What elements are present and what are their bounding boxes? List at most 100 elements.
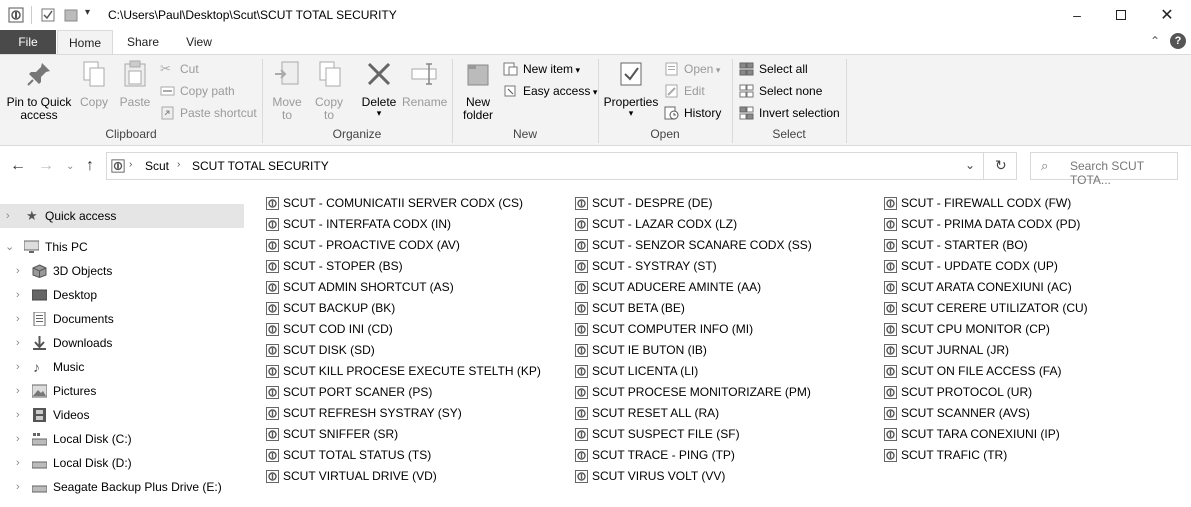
sidebar-item-seagate-drive[interactable]: › Seagate Backup Plus Drive (E:) bbox=[0, 475, 244, 499]
tab-home[interactable]: Home bbox=[57, 30, 113, 55]
sidebar-item-quick-access[interactable]: › ★ Quick access bbox=[0, 204, 244, 228]
breadcrumb-current[interactable]: SCUT TOTAL SECURITY bbox=[192, 159, 329, 173]
chevron-right-icon[interactable]: › bbox=[16, 355, 20, 379]
breadcrumb-scut[interactable]: Scut bbox=[145, 159, 169, 173]
sidebar-item-documents[interactable]: › Documents bbox=[0, 307, 244, 331]
file-item[interactable]: SCUT REFRESH SYSTRAY (SY) bbox=[262, 403, 462, 424]
chevron-right-icon[interactable]: › bbox=[16, 379, 20, 403]
file-item[interactable]: SCUT - PRIMA DATA CODX (PD) bbox=[880, 214, 1080, 235]
invert-selection-button[interactable]: Invert selection bbox=[739, 103, 840, 123]
paste-button[interactable]: Paste bbox=[115, 59, 155, 109]
file-item[interactable]: SCUT BACKUP (BK) bbox=[262, 298, 395, 319]
chevron-right-icon[interactable]: › bbox=[16, 475, 20, 499]
tab-view[interactable]: View bbox=[172, 30, 226, 54]
back-arrow-icon[interactable]: ← bbox=[10, 157, 26, 175]
search-input[interactable]: ⌕ Search SCUT TOTA... bbox=[1030, 152, 1178, 187]
file-item[interactable]: SCUT VIRTUAL DRIVE (VD) bbox=[262, 466, 437, 487]
file-item[interactable]: SCUT - INTERFATA CODX (IN) bbox=[262, 214, 451, 235]
rename-button[interactable]: Rename bbox=[402, 59, 447, 109]
file-item[interactable]: SCUT LICENTA (LI) bbox=[571, 361, 698, 382]
sidebar-item-local-disk-c[interactable]: › Local Disk (C:) bbox=[0, 427, 244, 451]
file-item[interactable]: SCUT PROTOCOL (UR) bbox=[880, 382, 1032, 403]
breadcrumb-chevron-icon[interactable]: › bbox=[177, 159, 180, 170]
select-none-button[interactable]: Select none bbox=[739, 81, 822, 101]
select-all-button[interactable]: Select all bbox=[739, 59, 808, 79]
file-item[interactable]: SCUT TRAFIC (TR) bbox=[880, 445, 1007, 466]
properties-dropdown-icon[interactable]: ▾ bbox=[602, 109, 660, 118]
file-item[interactable]: SCUT - LAZAR CODX (LZ) bbox=[571, 214, 737, 235]
file-item[interactable]: SCUT SNIFFER (SR) bbox=[262, 424, 398, 445]
sidebar-item-3d-objects[interactable]: › 3D Objects bbox=[0, 259, 244, 283]
file-item[interactable]: SCUT ARATA CONEXIUNI (AC) bbox=[880, 277, 1072, 298]
pin-to-quick-access-button[interactable]: Pin to Quick access bbox=[4, 59, 74, 122]
file-item[interactable]: SCUT JURNAL (JR) bbox=[880, 340, 1009, 361]
copy-path-button[interactable]: Copy path bbox=[160, 81, 235, 101]
sidebar-item-music[interactable]: › ♪ Music bbox=[0, 355, 244, 379]
file-item[interactable]: SCUT BETA (BE) bbox=[571, 298, 685, 319]
tab-share[interactable]: Share bbox=[116, 30, 170, 54]
chevron-right-icon[interactable]: › bbox=[16, 259, 20, 283]
cut-button[interactable]: ✂ Cut bbox=[160, 59, 199, 79]
help-icon[interactable]: ? bbox=[1170, 33, 1186, 49]
file-item[interactable]: SCUT - FIREWALL CODX (FW) bbox=[880, 193, 1071, 214]
file-item[interactable]: SCUT RESET ALL (RA) bbox=[571, 403, 719, 424]
new-folder-quick-icon[interactable] bbox=[63, 7, 79, 23]
new-folder-button[interactable]: New folder bbox=[456, 59, 500, 122]
file-item[interactable]: SCUT KILL PROCESE EXECUTE STELTH (KP) bbox=[262, 361, 541, 382]
new-item-button[interactable]: New item ▾ bbox=[503, 59, 580, 79]
recent-locations-icon[interactable]: ⌄ bbox=[66, 161, 74, 172]
history-button[interactable]: History bbox=[664, 103, 721, 123]
properties-button[interactable]: Properties ▾ bbox=[602, 59, 660, 118]
chevron-right-icon[interactable]: › bbox=[6, 204, 10, 228]
sidebar-item-desktop[interactable]: › Desktop bbox=[0, 283, 244, 307]
file-item[interactable]: SCUT CERERE UTILIZATOR (CU) bbox=[880, 298, 1088, 319]
refresh-icon[interactable]: ↻ bbox=[995, 157, 1007, 174]
file-item[interactable]: SCUT COD INI (CD) bbox=[262, 319, 393, 340]
edit-button[interactable]: Edit bbox=[664, 81, 705, 101]
easy-access-button[interactable]: Easy access ▾ bbox=[503, 81, 597, 101]
file-item[interactable]: SCUT - STOPER (BS) bbox=[262, 256, 403, 277]
file-item[interactable]: SCUT ON FILE ACCESS (FA) bbox=[880, 361, 1061, 382]
chevron-right-icon[interactable]: › bbox=[16, 427, 20, 451]
file-item[interactable]: SCUT CPU MONITOR (CP) bbox=[880, 319, 1050, 340]
delete-dropdown-icon[interactable]: ▾ bbox=[358, 109, 400, 118]
file-item[interactable]: SCUT - SENZOR SCANARE CODX (SS) bbox=[571, 235, 812, 256]
file-item[interactable]: SCUT ADMIN SHORTCUT (AS) bbox=[262, 277, 454, 298]
file-item[interactable]: SCUT - DESPRE (DE) bbox=[571, 193, 712, 214]
file-item[interactable]: SCUT TARA CONEXIUNI (IP) bbox=[880, 424, 1060, 445]
app-icon[interactable] bbox=[8, 7, 24, 23]
sidebar-item-this-pc[interactable]: ⌄ This PC bbox=[0, 235, 244, 259]
file-item[interactable]: SCUT - UPDATE CODX (UP) bbox=[880, 256, 1058, 277]
file-item[interactable]: SCUT ADUCERE AMINTE (AA) bbox=[571, 277, 761, 298]
paste-shortcut-button[interactable]: Paste shortcut bbox=[160, 103, 257, 123]
file-item[interactable]: SCUT - COMUNICATII SERVER CODX (CS) bbox=[262, 193, 523, 214]
maximize-button[interactable] bbox=[1098, 0, 1144, 30]
move-to-button[interactable]: Move to bbox=[268, 59, 306, 122]
breadcrumb-chevron-icon[interactable]: › bbox=[129, 159, 132, 170]
chevron-right-icon[interactable]: › bbox=[16, 451, 20, 475]
file-item[interactable]: SCUT COMPUTER INFO (MI) bbox=[571, 319, 753, 340]
file-item[interactable]: SCUT TRACE - PING (TP) bbox=[571, 445, 735, 466]
open-button[interactable]: Open ▾ bbox=[664, 59, 720, 79]
file-item[interactable]: SCUT IE BUTON (IB) bbox=[571, 340, 707, 361]
sidebar-item-pictures[interactable]: › Pictures bbox=[0, 379, 244, 403]
chevron-right-icon[interactable]: › bbox=[16, 403, 20, 427]
file-item[interactable]: SCUT TOTAL STATUS (TS) bbox=[262, 445, 431, 466]
file-item[interactable]: SCUT - PROACTIVE CODX (AV) bbox=[262, 235, 460, 256]
chevron-right-icon[interactable]: › bbox=[16, 283, 20, 307]
file-item[interactable]: SCUT - SYSTRAY (ST) bbox=[571, 256, 717, 277]
chevron-right-icon[interactable]: › bbox=[16, 331, 20, 355]
address-history-chevron-icon[interactable]: ⌄ bbox=[965, 158, 975, 172]
file-item[interactable]: SCUT PORT SCANER (PS) bbox=[262, 382, 432, 403]
close-button[interactable]: ✕ bbox=[1144, 0, 1190, 30]
file-item[interactable]: SCUT SUSPECT FILE (SF) bbox=[571, 424, 740, 445]
tab-file[interactable]: File bbox=[0, 30, 56, 54]
sidebar-item-downloads[interactable]: › Downloads bbox=[0, 331, 244, 355]
customize-toolbar-icon[interactable]: ▾ bbox=[85, 7, 90, 18]
delete-button[interactable]: Delete ▾ bbox=[358, 59, 400, 118]
copy-to-button[interactable]: Copy to bbox=[310, 59, 348, 122]
address-bar[interactable]: › Scut › SCUT TOTAL SECURITY ⌄ ↻ bbox=[106, 152, 1017, 180]
copy-button[interactable]: Copy bbox=[76, 59, 112, 109]
forward-arrow-icon[interactable]: → bbox=[38, 157, 54, 175]
sidebar-item-local-disk-d[interactable]: › Local Disk (D:) bbox=[0, 451, 244, 475]
